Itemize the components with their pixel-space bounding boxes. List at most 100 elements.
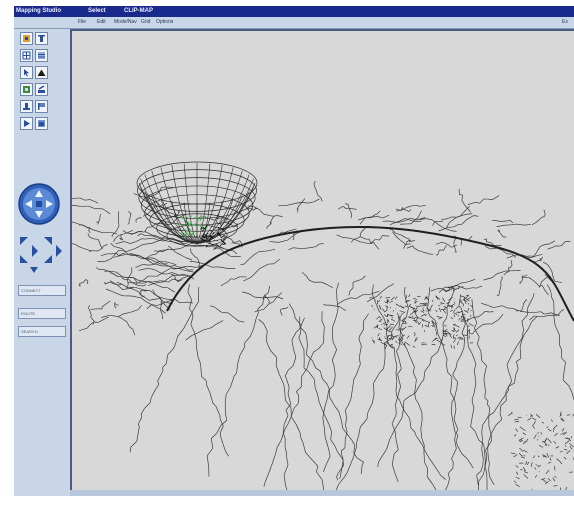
street-segment — [140, 297, 147, 303]
river-line — [196, 348, 199, 358]
play-tool-button[interactable] — [20, 117, 33, 130]
navigation-center-icon[interactable] — [36, 201, 42, 207]
search-field[interactable]: SEARCH — [18, 326, 66, 337]
menu-edit[interactable]: Edit — [97, 17, 106, 28]
street-segment — [167, 272, 173, 275]
street-segment — [117, 276, 126, 278]
river-line — [549, 287, 552, 294]
table-tool-button[interactable] — [35, 49, 48, 62]
wireframe-dome[interactable] — [136, 161, 258, 247]
menu-file[interactable]: File — [78, 17, 86, 28]
street-segment — [500, 233, 504, 238]
river-line — [167, 349, 173, 356]
layers-tool-button[interactable] — [20, 32, 33, 45]
menu-options[interactable]: Options — [156, 17, 173, 28]
city-street — [450, 344, 453, 349]
suburb-street — [547, 478, 551, 482]
street-segment — [353, 236, 360, 240]
river-line — [285, 410, 289, 416]
street-segment — [441, 242, 445, 244]
river-line — [336, 449, 341, 457]
title-bar[interactable]: Mapping Studio Select CLIP-MAP — [14, 6, 574, 17]
street-segment — [147, 259, 153, 264]
pan-far-right-icon[interactable] — [56, 245, 62, 257]
river-line — [382, 448, 387, 456]
street-segment — [443, 246, 447, 251]
river-line — [162, 363, 167, 368]
street-segment — [90, 315, 92, 318]
city-street — [458, 318, 461, 321]
street-segment — [529, 315, 535, 321]
street-segment — [388, 284, 393, 287]
river-line — [330, 431, 333, 440]
street-segment — [551, 271, 554, 278]
connect-field[interactable]: CONNECT — [18, 285, 66, 296]
river-line — [351, 440, 356, 446]
street-segment — [547, 247, 553, 250]
river-line — [394, 449, 399, 454]
street-segment — [524, 224, 532, 226]
street-segment — [68, 242, 76, 245]
map-tool-button[interactable] — [20, 83, 33, 96]
menu-mode-nav[interactable]: Mode/Nav — [114, 17, 137, 28]
street-segment — [486, 304, 494, 309]
river-line — [478, 474, 484, 482]
pan-down-right-icon[interactable] — [44, 255, 52, 263]
pan-up-left-icon[interactable] — [20, 237, 28, 245]
street-segment — [123, 241, 131, 244]
street-segment — [74, 205, 81, 207]
street-segment — [72, 197, 80, 199]
river-line — [431, 351, 438, 358]
city-street — [401, 311, 406, 315]
street-segment — [140, 233, 145, 236]
river-line — [340, 447, 346, 452]
flag-tool-button[interactable] — [35, 100, 48, 113]
river-line — [225, 412, 228, 421]
street-segment — [537, 254, 543, 256]
street-segment — [243, 276, 252, 282]
river-line — [391, 428, 396, 436]
suburb-street — [554, 465, 556, 471]
grid-tool-button[interactable] — [20, 49, 33, 62]
suburb-street — [516, 471, 519, 475]
street-segment — [119, 237, 122, 239]
river-line — [461, 332, 465, 339]
street-segment — [226, 267, 236, 270]
street-segment — [466, 281, 470, 283]
street-segment — [446, 226, 454, 229]
street-segment — [412, 245, 415, 249]
pan-down-icon[interactable] — [30, 267, 38, 273]
street-segment — [129, 326, 134, 330]
street-segment — [478, 313, 483, 318]
route-field[interactable]: ROUTE — [18, 308, 66, 319]
river-line — [321, 479, 325, 491]
street-segment — [525, 299, 528, 301]
window-tool-button[interactable] — [35, 117, 48, 130]
river-line — [195, 338, 197, 349]
rotate-tool-button[interactable] — [20, 100, 33, 113]
suburb-street — [519, 447, 524, 452]
city-street — [377, 333, 380, 337]
city-street — [379, 318, 383, 321]
pointer-tool-button[interactable] — [20, 66, 33, 79]
street-segment — [521, 277, 524, 281]
river-line — [222, 444, 226, 452]
street-segment — [149, 258, 155, 262]
map-viewport[interactable] — [64, 29, 574, 496]
river-line — [209, 392, 214, 404]
menu-right-label[interactable]: Ex — [562, 17, 568, 28]
street-map-canvas[interactable] — [64, 31, 574, 496]
pan-up-right-icon[interactable] — [44, 237, 52, 245]
pan-right-icon[interactable] — [32, 245, 38, 257]
menu-grid[interactable]: Grid — [141, 17, 150, 28]
info-tool-button[interactable] — [35, 32, 48, 45]
navigation-pad[interactable] — [18, 183, 60, 225]
pan-down-left-icon[interactable] — [20, 255, 28, 263]
street-segment — [234, 276, 240, 280]
suburb-street — [513, 480, 517, 484]
terrain-tool-button[interactable] — [35, 66, 48, 79]
street-segment — [352, 280, 359, 283]
street-segment — [259, 263, 269, 269]
draw-tool-button[interactable] — [35, 83, 48, 96]
city-street — [469, 315, 472, 317]
